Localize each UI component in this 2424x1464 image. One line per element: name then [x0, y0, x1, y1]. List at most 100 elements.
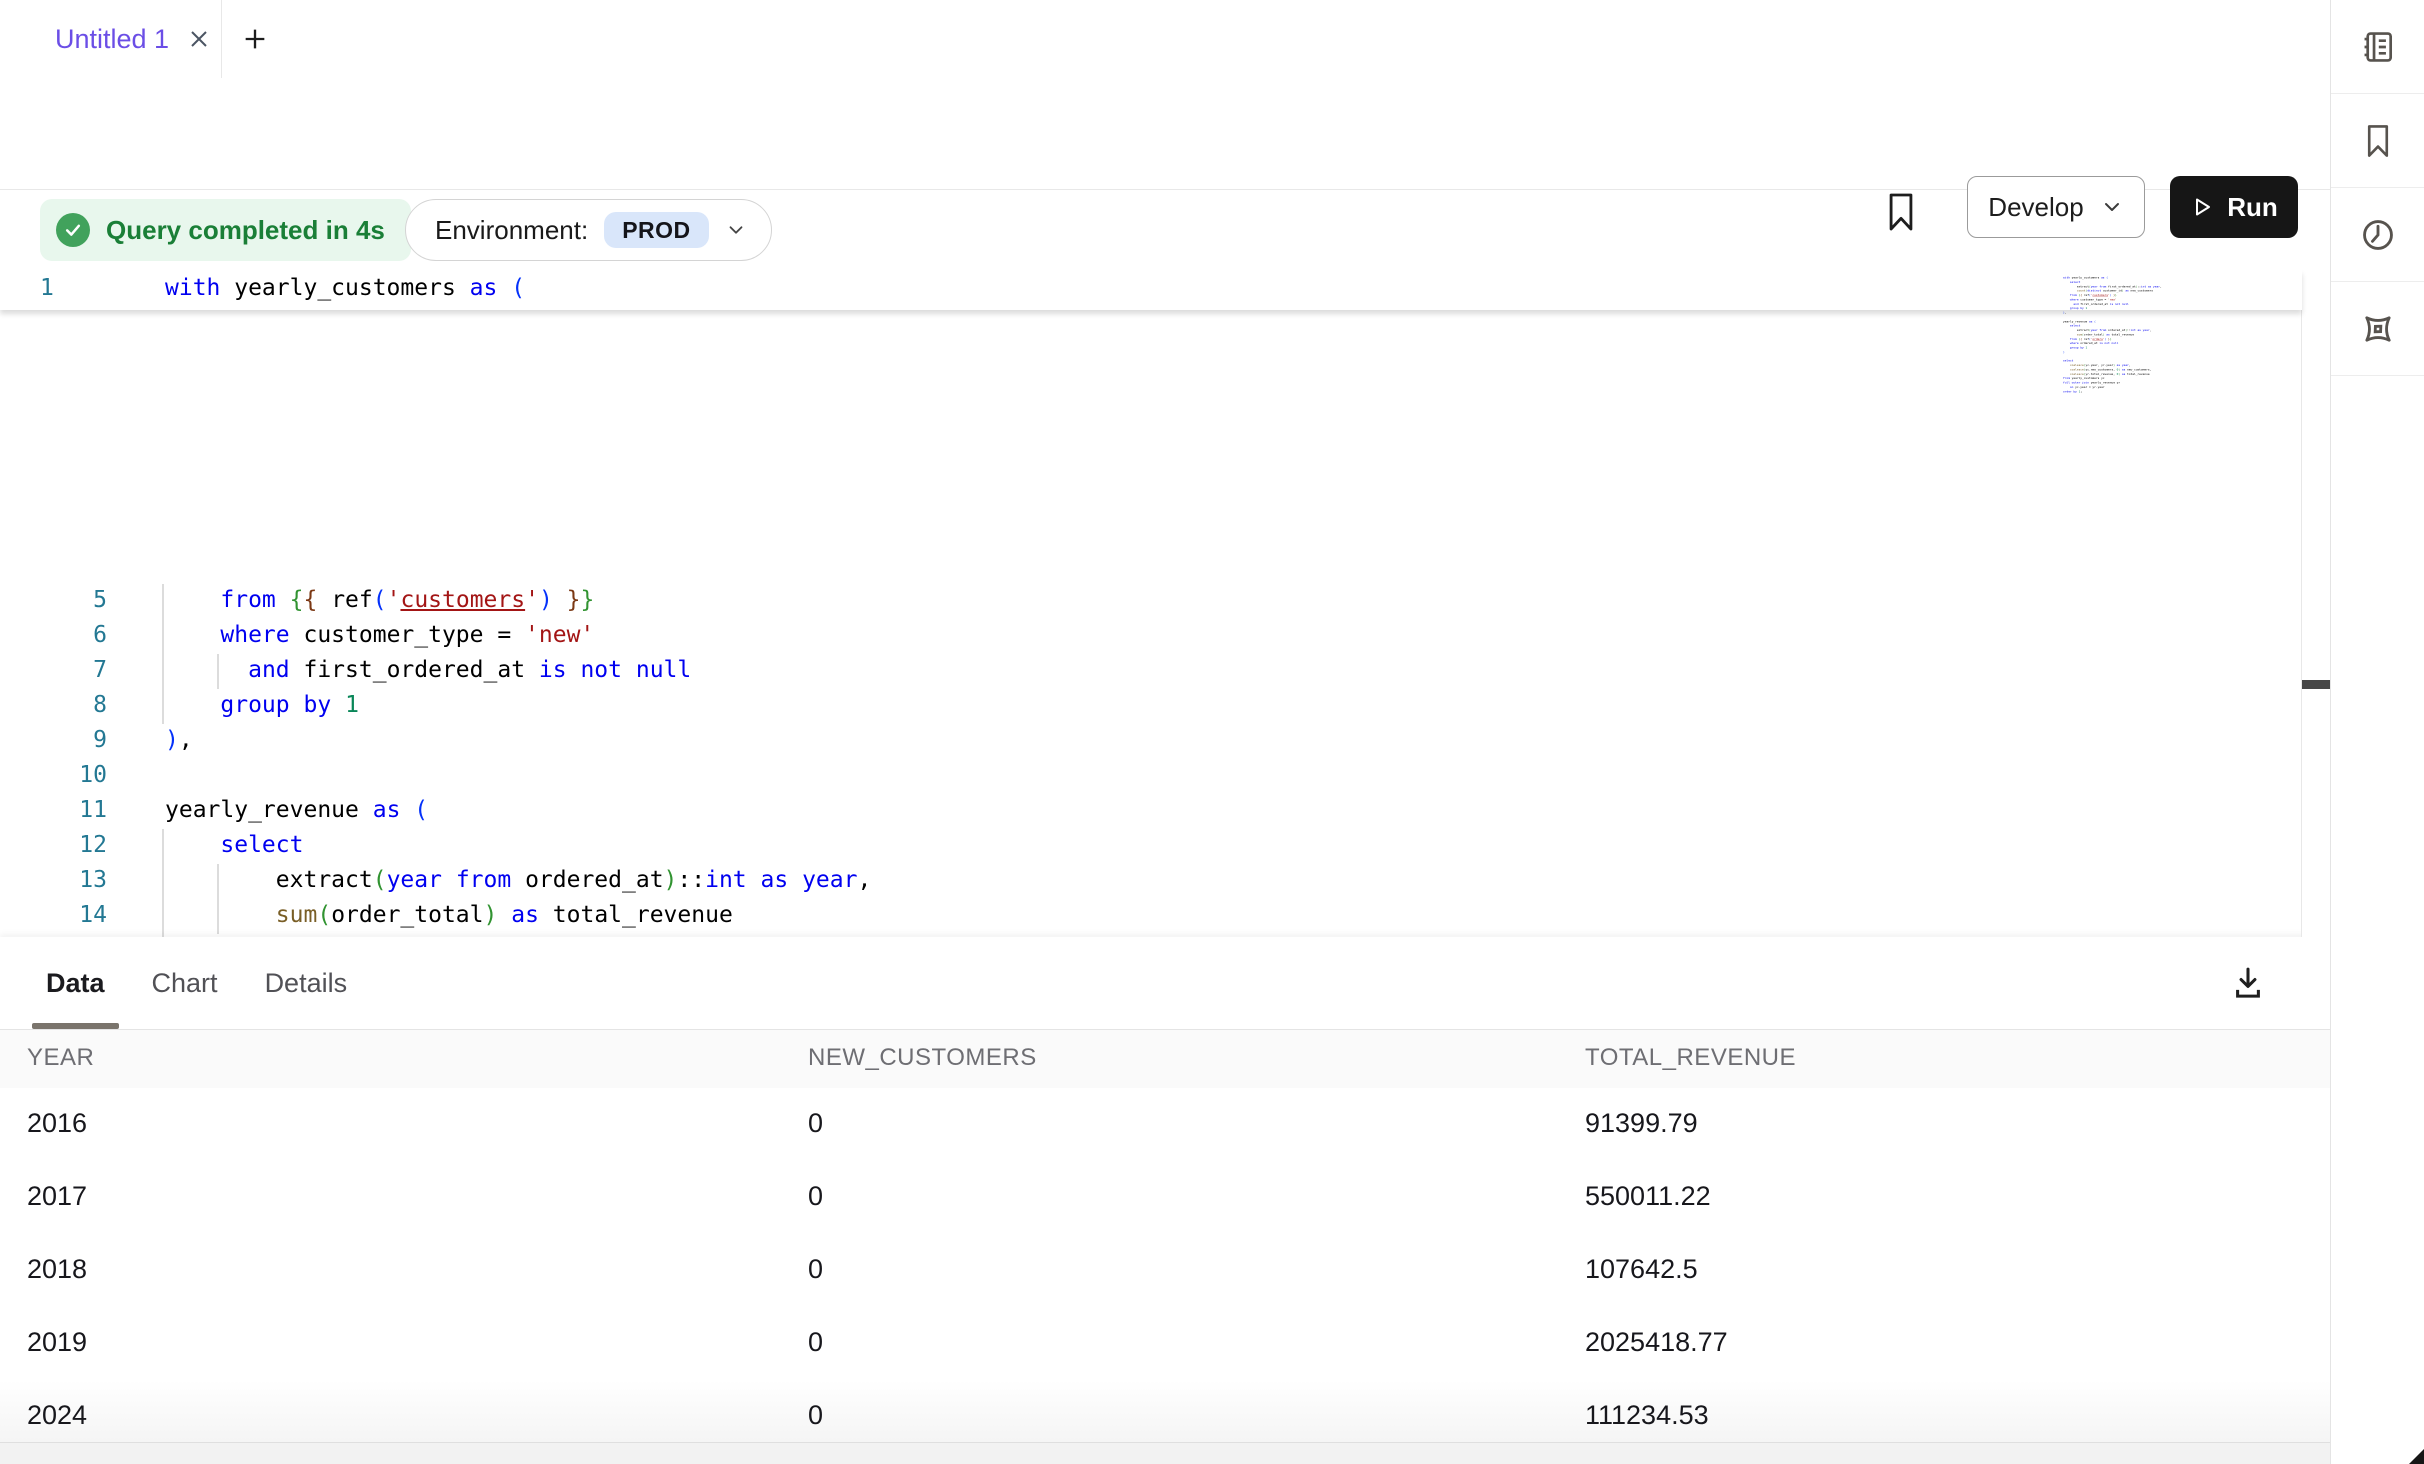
line-number: 13 — [0, 867, 107, 893]
run-label: Run — [2227, 192, 2278, 223]
journal-icon — [2359, 28, 2397, 66]
table-cell: 2016 — [27, 1108, 87, 1139]
table-cell: 2019 — [27, 1327, 87, 1358]
tab-details[interactable]: Details — [251, 937, 362, 1029]
query-status-text: Query completed in 4s — [106, 215, 385, 246]
column-header: NEW_CUSTOMERS — [808, 1044, 1037, 1072]
sticky-line-code: with yearly_customers as ( — [165, 275, 525, 301]
code-line: 10 — [0, 759, 2302, 794]
tab-chart[interactable]: Chart — [138, 937, 232, 1029]
play-icon — [2190, 195, 2214, 219]
right-icon-sidebar — [2330, 0, 2424, 1464]
sticky-line-number: 1 — [40, 275, 54, 301]
code-line: 14 sum(order_total) as total_revenue — [0, 899, 2302, 934]
editor-scrollbar-track[interactable] — [2301, 270, 2330, 937]
table-cell: 0 — [808, 1108, 823, 1139]
line-number: 12 — [0, 832, 107, 858]
table-cell: 0 — [808, 1400, 823, 1431]
run-button[interactable]: Run — [2170, 176, 2298, 238]
lineage-panel-button[interactable] — [2331, 282, 2424, 376]
table-cell: 0 — [808, 1181, 823, 1212]
environment-label: Environment: — [435, 215, 588, 246]
history-panel-button[interactable] — [2331, 188, 2424, 282]
line-number: 7 — [0, 657, 107, 683]
editor-scrollbar-thumb[interactable] — [2302, 680, 2330, 689]
line-number: 14 — [0, 902, 107, 928]
table-cell: 2025418.77 — [1585, 1327, 1728, 1358]
ide-window: Untitled 1 Develop Run — [0, 0, 2424, 1464]
indent-guide — [162, 654, 164, 689]
table-cell: 0 — [808, 1327, 823, 1358]
code-line: 11yearly_revenue as ( — [0, 794, 2302, 829]
environment-value-badge: PROD — [604, 212, 708, 248]
table-row: 2019 0 2025418.77 — [0, 1307, 2330, 1381]
table-horizontal-scrollbar[interactable] — [0, 1442, 2330, 1464]
sticky-scroll-line: 1 with yearly_customers as ( — [0, 270, 2302, 310]
code-line: 12 select — [0, 829, 2302, 864]
table-cell: 111234.53 — [1585, 1400, 1709, 1431]
line-number: 8 — [0, 692, 107, 718]
code-line: 7 and first_ordered_at is not null — [0, 654, 2302, 689]
environment-selector[interactable]: Environment: PROD — [405, 199, 772, 261]
window-resize-handle[interactable] — [2409, 1449, 2424, 1464]
results-panel: DataChartDetails YEARNEW_CUSTOMERSTOTAL_… — [0, 937, 2330, 1464]
sql-editor[interactable]: 5 from {{ ref('customers') }}6 where cus… — [0, 270, 2330, 937]
line-number: 5 — [0, 587, 107, 613]
code-line: 13 extract(year from ordered_at)::int as… — [0, 864, 2302, 899]
table-cell: 2017 — [27, 1181, 87, 1212]
bookmark-icon — [2360, 122, 2396, 160]
develop-dropdown[interactable]: Develop — [1967, 176, 2145, 238]
new-tab-button[interactable] — [240, 24, 270, 54]
table-cell: 0 — [808, 1254, 823, 1285]
table-header-row: YEARNEW_CUSTOMERSTOTAL_REVENUE — [0, 1030, 2330, 1089]
history-clock-icon — [2359, 216, 2397, 254]
bookmark-icon — [1884, 190, 1918, 234]
bookmark-button[interactable] — [1884, 190, 1918, 239]
plus-icon — [241, 25, 269, 53]
line-number: 10 — [0, 762, 107, 788]
column-header: TOTAL_REVENUE — [1585, 1044, 1796, 1072]
download-results-button[interactable] — [2226, 961, 2270, 1005]
table-row: 2017 0 550011.22 — [0, 1161, 2330, 1235]
close-icon — [187, 27, 211, 51]
minimap-code: with yearly_customers as ( select extrac… — [2063, 276, 2082, 394]
code-line: 9), — [0, 724, 2302, 759]
code-line: 5 from {{ ref('customers') }} — [0, 584, 2302, 619]
results-tabs: DataChartDetails — [0, 937, 2330, 1029]
indent-guide — [162, 899, 164, 934]
line-number: 9 — [0, 727, 107, 753]
table-row: 2018 0 107642.5 — [0, 1234, 2330, 1308]
indent-guide — [162, 829, 164, 864]
lineage-star-icon — [2358, 309, 2398, 349]
tab-label: Untitled 1 — [55, 24, 169, 55]
indent-guide — [162, 619, 164, 654]
table-cell: 2018 — [27, 1254, 87, 1285]
main-column: Untitled 1 Develop Run — [0, 0, 2330, 1464]
table-row: 2016 0 91399.79 — [0, 1088, 2330, 1162]
develop-label: Develop — [1988, 192, 2083, 223]
chevron-down-icon — [725, 219, 747, 241]
line-number: 6 — [0, 622, 107, 648]
indent-guide — [162, 864, 164, 899]
tab-close-button[interactable] — [187, 27, 211, 51]
tab-data[interactable]: Data — [32, 937, 119, 1029]
chevron-down-icon — [2100, 195, 2124, 219]
tab-bar: Untitled 1 — [0, 0, 2330, 79]
toolbar: Develop Run — [0, 78, 2330, 190]
query-status-badge: Query completed in 4s — [40, 199, 411, 261]
table-cell: 2024 — [27, 1400, 87, 1431]
editor-minimap[interactable]: with yearly_customers as ( select extrac… — [2063, 276, 2213, 416]
code-line: 8 group by 1 — [0, 689, 2302, 724]
line-number: 11 — [0, 797, 107, 823]
indent-guide — [162, 689, 164, 724]
table-cell: 107642.5 — [1585, 1254, 1698, 1285]
editor-lines: 5 from {{ ref('customers') }}6 where cus… — [0, 584, 2302, 937]
download-icon — [2231, 965, 2265, 1001]
table-cell: 550011.22 — [1585, 1181, 1711, 1212]
code-line: 6 where customer_type = 'new' — [0, 619, 2302, 654]
tab-untitled-1[interactable]: Untitled 1 — [0, 0, 222, 78]
notebook-panel-button[interactable] — [2331, 0, 2424, 94]
indent-guide — [162, 584, 164, 619]
bookmarks-panel-button[interactable] — [2331, 94, 2424, 188]
table-cell: 91399.79 — [1585, 1108, 1698, 1139]
